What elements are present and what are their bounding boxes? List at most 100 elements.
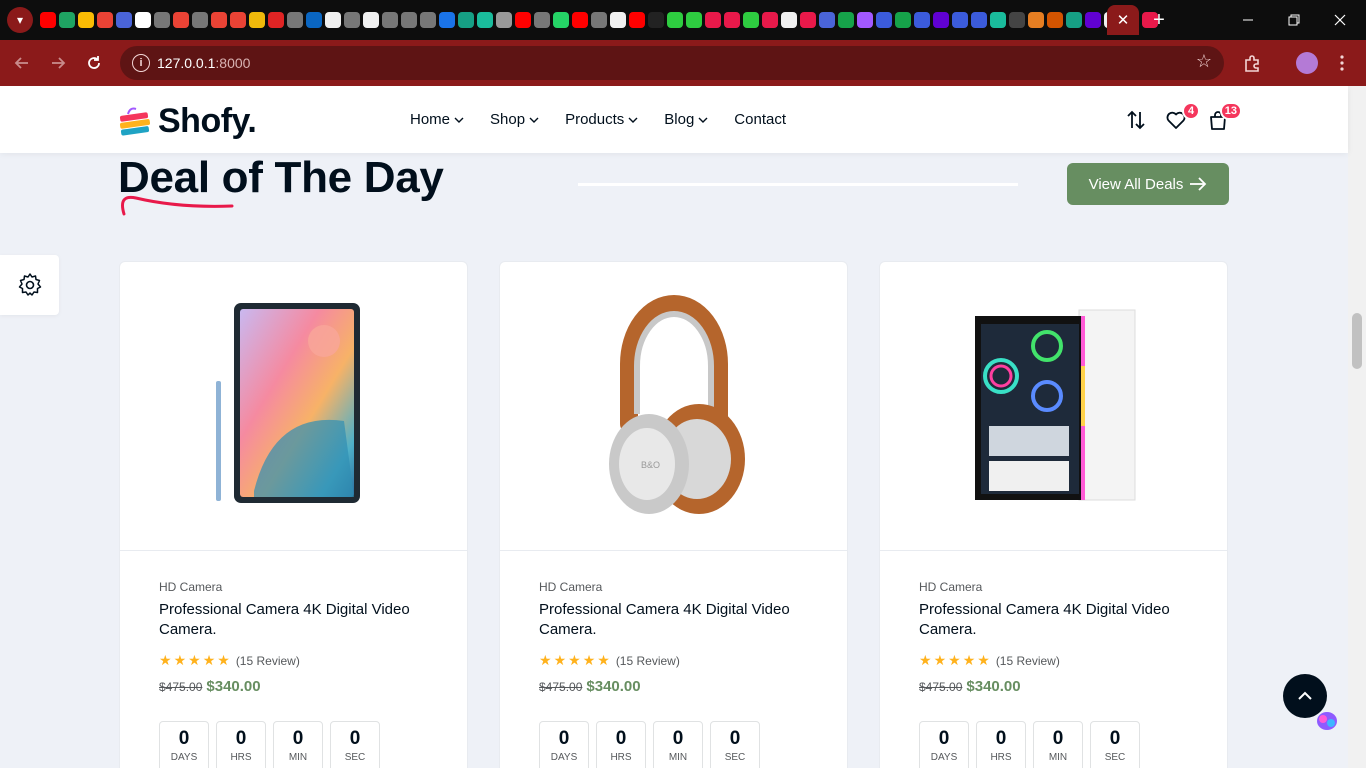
tab-favicon[interactable] bbox=[876, 12, 892, 28]
tab-favicon[interactable] bbox=[211, 12, 227, 28]
tab-favicon[interactable] bbox=[1066, 12, 1082, 28]
tab-favicon[interactable] bbox=[401, 12, 417, 28]
tab-favicon[interactable] bbox=[572, 12, 588, 28]
tab-favicon[interactable] bbox=[325, 12, 341, 28]
new-tab-button[interactable]: + bbox=[1146, 8, 1172, 32]
tab-favicon[interactable] bbox=[952, 12, 968, 28]
bookmark-star-icon[interactable]: ☆ bbox=[1196, 51, 1212, 72]
product-category[interactable]: HD Camera bbox=[159, 580, 222, 594]
product-category[interactable]: HD Camera bbox=[539, 580, 602, 594]
minimize-icon[interactable] bbox=[1225, 0, 1271, 40]
tab-favicon[interactable] bbox=[819, 12, 835, 28]
tab-favicon[interactable] bbox=[838, 12, 854, 28]
tab-favicon[interactable] bbox=[705, 12, 721, 28]
window-close-icon[interactable] bbox=[1317, 0, 1363, 40]
reload-icon[interactable] bbox=[82, 51, 106, 75]
tab-favicon[interactable] bbox=[1028, 12, 1044, 28]
tab-favicon[interactable] bbox=[515, 12, 531, 28]
tab-favicon[interactable] bbox=[268, 12, 284, 28]
tab-favicon[interactable] bbox=[933, 12, 949, 28]
tab-favicon[interactable] bbox=[1085, 12, 1101, 28]
view-all-deals-button[interactable]: View All Deals bbox=[1067, 163, 1229, 205]
tab-favicon[interactable] bbox=[971, 12, 987, 28]
tab-favicon[interactable] bbox=[648, 12, 664, 28]
tab-favicon[interactable] bbox=[534, 12, 550, 28]
tab-favicon[interactable] bbox=[686, 12, 702, 28]
tab-favicon[interactable] bbox=[230, 12, 246, 28]
product-title[interactable]: Professional Camera 4K Digital Video Cam… bbox=[539, 600, 819, 640]
compare-icon[interactable] bbox=[1124, 108, 1148, 132]
tab-favicon[interactable] bbox=[363, 12, 379, 28]
tab-favicon[interactable] bbox=[249, 12, 265, 28]
tab-favicon[interactable] bbox=[914, 12, 930, 28]
tab-favicon[interactable] bbox=[192, 12, 208, 28]
product-card[interactable]: B&O HD Camera Professional Camera 4K Dig… bbox=[499, 261, 848, 768]
product-title[interactable]: Professional Camera 4K Digital Video Cam… bbox=[159, 600, 439, 640]
product-price: $475.00 $340.00 bbox=[159, 678, 261, 695]
nav-item-products[interactable]: Products bbox=[565, 111, 638, 128]
tab-favicon[interactable] bbox=[477, 12, 493, 28]
tab-favicon[interactable] bbox=[382, 12, 398, 28]
tab-favicon[interactable] bbox=[420, 12, 436, 28]
extensions-icon[interactable] bbox=[1240, 51, 1264, 75]
menu-kebab-icon[interactable] bbox=[1330, 51, 1354, 75]
url-text[interactable]: 127.0.0.1:8000 bbox=[157, 55, 250, 71]
tab-favicon[interactable] bbox=[591, 12, 607, 28]
tab-favicon[interactable] bbox=[1009, 12, 1025, 28]
tab-favicon[interactable] bbox=[857, 12, 873, 28]
tab-favicon[interactable] bbox=[629, 12, 645, 28]
tab-favicon[interactable] bbox=[439, 12, 455, 28]
tab-favicon[interactable] bbox=[344, 12, 360, 28]
active-tab-close-icon[interactable]: ✕ bbox=[1107, 5, 1139, 35]
product-card[interactable]: HD Camera Professional Camera 4K Digital… bbox=[119, 261, 468, 768]
tab-favicon[interactable] bbox=[496, 12, 512, 28]
profile-avatar[interactable] bbox=[1296, 52, 1318, 74]
tab-favicon[interactable] bbox=[724, 12, 740, 28]
product-image-headphones[interactable]: B&O bbox=[500, 262, 847, 551]
tab-favicon[interactable] bbox=[458, 12, 474, 28]
tab-favicon[interactable] bbox=[895, 12, 911, 28]
tab-favicon[interactable] bbox=[135, 12, 151, 28]
tab-favicon[interactable] bbox=[97, 12, 113, 28]
nav-item-blog[interactable]: Blog bbox=[664, 111, 708, 128]
product-category[interactable]: HD Camera bbox=[919, 580, 982, 594]
tab-favicon[interactable] bbox=[762, 12, 778, 28]
tab-favicon[interactable] bbox=[743, 12, 759, 28]
product-image-tablet[interactable] bbox=[120, 262, 467, 551]
tab-favicon[interactable] bbox=[287, 12, 303, 28]
cart-button[interactable]: 13 bbox=[1206, 102, 1242, 132]
tab-favicon[interactable] bbox=[78, 12, 94, 28]
nav-item-shop[interactable]: Shop bbox=[490, 111, 539, 128]
scrollbar-thumb[interactable] bbox=[1352, 313, 1362, 369]
product-card[interactable]: HD Camera Professional Camera 4K Digital… bbox=[879, 261, 1228, 768]
tab-favicon[interactable] bbox=[116, 12, 132, 28]
countdown-label: MIN bbox=[288, 752, 308, 763]
tab-favicon[interactable] bbox=[610, 12, 626, 28]
nav-item-contact[interactable]: Contact bbox=[734, 111, 786, 128]
tab-favicon[interactable] bbox=[667, 12, 683, 28]
tab-favicon[interactable] bbox=[40, 12, 56, 28]
tab-favicon[interactable] bbox=[800, 12, 816, 28]
info-icon[interactable]: i bbox=[132, 54, 150, 72]
address-bar[interactable]: i 127.0.0.1:8000 ☆ bbox=[120, 46, 1224, 80]
tab-favicon[interactable] bbox=[781, 12, 797, 28]
ai-assistant-brain-icon[interactable] bbox=[1313, 710, 1341, 732]
page-scrollbar[interactable] bbox=[1348, 86, 1366, 768]
tab-favicon[interactable] bbox=[154, 12, 170, 28]
tab-search-icon[interactable]: ▾ bbox=[7, 7, 33, 33]
logo[interactable]: Shofy. bbox=[118, 102, 257, 141]
wishlist-button[interactable]: 4 bbox=[1164, 102, 1200, 132]
tab-favicon[interactable] bbox=[990, 12, 1006, 28]
tab-favicon[interactable] bbox=[1047, 12, 1063, 28]
product-title[interactable]: Professional Camera 4K Digital Video Cam… bbox=[919, 600, 1199, 640]
tab-favicon[interactable] bbox=[306, 12, 322, 28]
tab-favicon[interactable] bbox=[173, 12, 189, 28]
forward-icon[interactable] bbox=[46, 51, 70, 75]
back-icon[interactable] bbox=[10, 51, 34, 75]
tab-favicon[interactable] bbox=[59, 12, 75, 28]
nav-item-home[interactable]: Home bbox=[410, 111, 464, 128]
restore-icon[interactable] bbox=[1271, 0, 1317, 40]
tab-favicon[interactable] bbox=[553, 12, 569, 28]
settings-toggle-button[interactable] bbox=[0, 255, 59, 315]
product-image-pc-case[interactable] bbox=[880, 262, 1227, 551]
